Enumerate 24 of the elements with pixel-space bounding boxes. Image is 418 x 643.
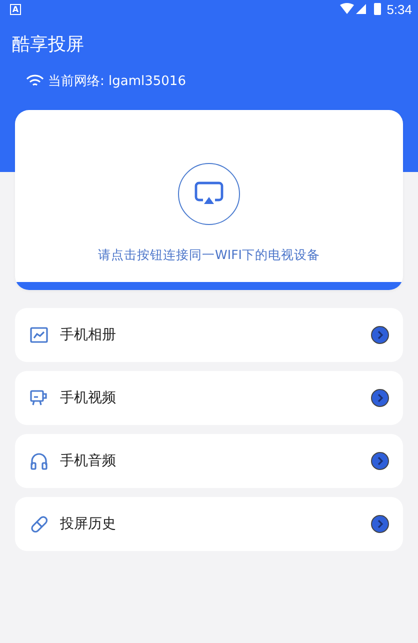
wifi-icon: [26, 74, 44, 88]
status-icons: [340, 3, 382, 15]
notification-icon: A: [10, 4, 21, 14]
image-icon: [29, 325, 49, 345]
chevron-circle-icon: [371, 389, 389, 407]
cast-icon: [194, 181, 224, 207]
menu-item[interactable]: 手机音频: [15, 434, 403, 488]
projector-icon: [29, 388, 49, 408]
chevron-circle-icon: [371, 326, 389, 344]
menu-item[interactable]: 手机视频: [15, 371, 403, 425]
menu-label: 手机音频: [60, 452, 117, 470]
chevron-circle-icon: [371, 515, 389, 533]
menu-label: 手机视频: [60, 389, 117, 407]
app-title: 酷享投屏: [12, 33, 84, 57]
headphones-icon: [29, 451, 49, 471]
menu-label: 手机相册: [60, 326, 117, 344]
menu-item[interactable]: 手机相册: [15, 308, 403, 362]
chevron-circle-icon: [371, 452, 389, 470]
pill-icon: [29, 514, 49, 534]
connect-hint: 请点击按钮连接同一WIFI下的电视设备: [98, 247, 320, 264]
menu-item[interactable]: 投屏历史: [15, 497, 403, 551]
menu-label: 投屏历史: [60, 515, 117, 533]
clock-time: 5:34: [386, 2, 412, 16]
network-label: 当前网络: lgaml35016: [48, 73, 186, 90]
